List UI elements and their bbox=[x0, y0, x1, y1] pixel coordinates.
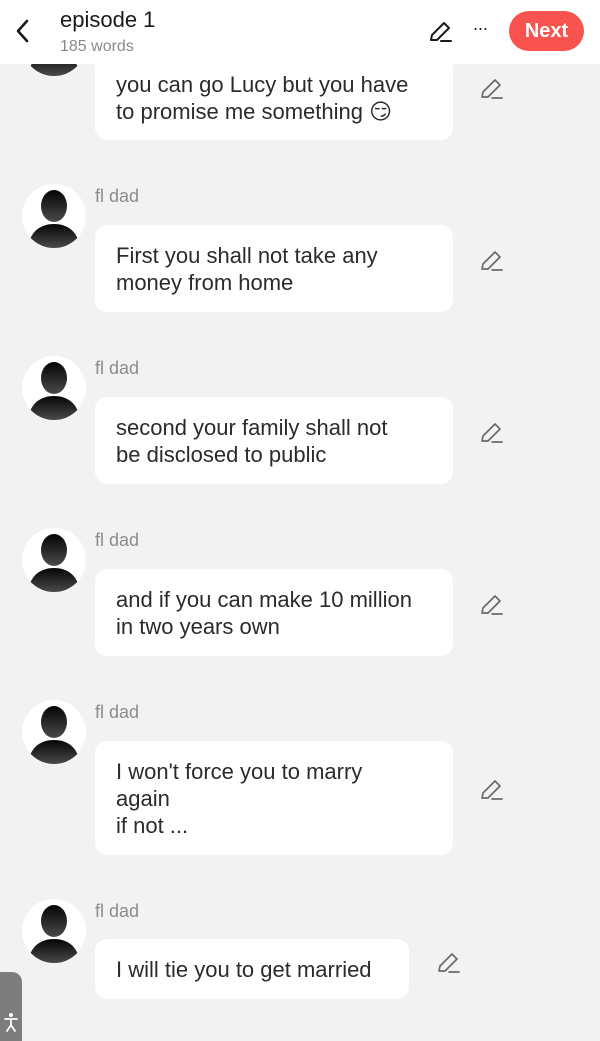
person-silhouette-icon bbox=[28, 534, 80, 592]
person-silhouette-icon bbox=[28, 362, 80, 420]
pencil-icon[interactable] bbox=[478, 592, 504, 618]
speaker-name: fl dad bbox=[95, 186, 140, 206]
pencil-icon[interactable] bbox=[478, 420, 504, 446]
word-count: 185 words bbox=[60, 38, 134, 55]
avatar bbox=[22, 700, 86, 764]
speaker-name: fl dad bbox=[95, 702, 140, 722]
edit-title-button[interactable] bbox=[426, 18, 454, 46]
message-bubble[interactable]: you can go Lucy but you have to promise … bbox=[95, 56, 453, 140]
accessibility-icon bbox=[4, 1013, 18, 1032]
top-bar: episode 1 185 words ··· Next bbox=[0, 0, 600, 64]
speaker-name: fl dad bbox=[95, 358, 140, 378]
next-button[interactable]: Next bbox=[509, 11, 584, 51]
person-silhouette-icon bbox=[28, 905, 80, 963]
person-silhouette-icon bbox=[28, 706, 80, 764]
title-block: episode 1 185 words bbox=[60, 6, 155, 58]
person-silhouette-icon bbox=[28, 190, 80, 248]
pencil-icon[interactable] bbox=[435, 950, 461, 976]
avatar bbox=[22, 528, 86, 592]
episode-title: episode 1 bbox=[60, 7, 156, 32]
accessibility-button[interactable] bbox=[0, 972, 22, 1041]
avatar bbox=[22, 356, 86, 420]
chevron-left-icon bbox=[16, 19, 29, 43]
speaker-name: fl dad bbox=[95, 530, 140, 550]
message-bubble[interactable]: First you shall not take any money from … bbox=[95, 225, 453, 312]
pencil-icon[interactable] bbox=[478, 777, 504, 803]
back-button[interactable] bbox=[8, 14, 38, 48]
message-bubble[interactable]: I won't force you to marry again if not … bbox=[95, 741, 453, 855]
more-options-button[interactable]: ··· bbox=[466, 14, 494, 42]
message-bubble[interactable]: second your family shall not be disclose… bbox=[95, 397, 453, 484]
chat-editor-screen: episode 1 185 words ··· Next you can go … bbox=[0, 0, 600, 1041]
speaker-name: fl dad bbox=[95, 901, 140, 921]
pencil-icon[interactable] bbox=[478, 248, 504, 274]
message-bubble[interactable]: and if you can make 10 million in two ye… bbox=[95, 569, 453, 656]
message-bubble[interactable]: I will tie you to get married bbox=[95, 939, 409, 999]
avatar bbox=[22, 184, 86, 248]
pencil-icon bbox=[430, 22, 452, 42]
avatar bbox=[22, 899, 86, 963]
pencil-icon[interactable] bbox=[478, 76, 504, 102]
